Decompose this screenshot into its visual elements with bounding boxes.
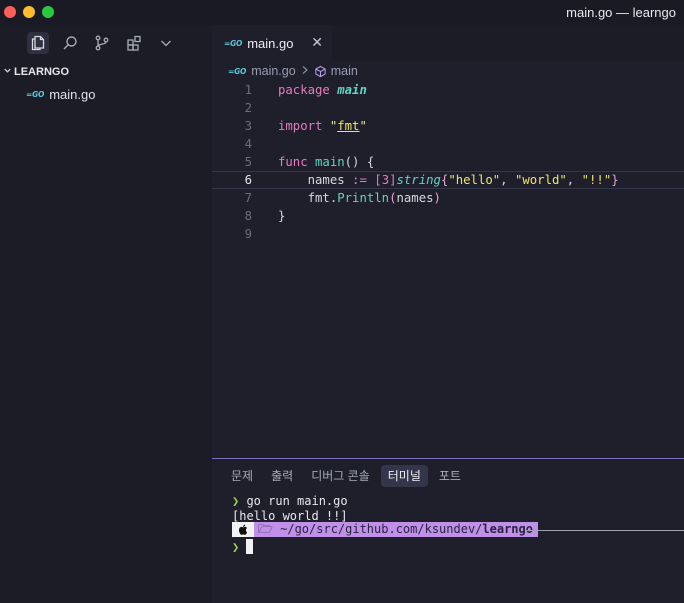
line-number: 1 [244,83,252,97]
variable: names [307,173,345,187]
type: string [396,173,441,187]
breadcrumb-symbol[interactable]: main [331,64,358,78]
comma: , [566,173,582,187]
line-number: 9 [244,227,252,241]
function-call: Println [337,191,390,205]
quote: " [359,119,367,133]
folder-header[interactable]: LEARNGO [0,63,212,81]
editor-tab-bar: =GO main.go ✕ [212,25,684,61]
argument: names [396,191,434,205]
punctuation: () { [344,155,375,169]
folder-name: LEARNGO [14,66,69,78]
line-number: 8 [244,209,252,223]
panel-tabs: 문제 출력 디버그 콘솔 터미널 포트 [224,465,468,487]
line-number: 7 [244,191,252,205]
keyword: package [278,83,330,97]
bracket: [ [374,173,382,187]
tab-output[interactable]: 출력 [264,465,300,487]
file-name: main.go [49,86,96,102]
apple-icon [232,522,254,537]
code-line: 1 package main [212,81,684,99]
terminal[interactable]: ❯ go run main.go [hello world !!] [232,494,348,523]
keyword: import [278,119,323,133]
string: "!!" [581,173,612,187]
tab-terminal[interactable]: 터미널 [380,465,428,487]
code-line: 9 [212,225,684,243]
search-icon[interactable] [59,32,81,54]
symbol-method-icon [314,65,327,78]
source-control-icon[interactable] [91,32,113,54]
explorer-icon[interactable] [27,32,49,54]
zoom-window-button[interactable] [42,6,54,18]
line-number: 6 [244,173,252,187]
code-line-current: 6 names := [3]string{"hello", "world", "… [212,171,684,189]
brace: } [611,173,619,187]
close-window-button[interactable] [4,6,16,18]
code-line: 2 [212,99,684,117]
bracket: ] [389,173,397,187]
line-number: 3 [244,119,252,133]
go-file-icon: =GO [26,89,45,99]
package-ref: fmt [307,191,330,205]
powerline-prompt: 🗁 ~/go/src/github.com/ksundev/learngo [232,522,538,537]
activity-bar [0,25,212,61]
window-title: main.go — learngo [566,5,676,20]
string: "hello" [448,173,501,187]
line-number: 2 [244,101,252,115]
prompt-symbol: ❯ [232,540,240,554]
function-name: main [315,155,345,169]
terminal-cursor [246,539,253,554]
paren: ) [433,191,441,205]
tab-main-go[interactable]: =GO main.go ✕ [212,25,332,61]
brace: } [278,209,286,223]
path-current-dir: learngo [482,522,533,536]
extensions-icon[interactable] [123,32,145,54]
line-number: 4 [244,137,252,151]
code-line: 7 fmt.Println(names) [212,189,684,207]
code-line: 4 [212,135,684,153]
title-bar: main.go — learngo [0,0,684,25]
path-prefix: ~/go/src/github.com/ksundev/ [272,522,483,536]
explorer-sidebar: LEARNGO =GO main.go [0,61,212,603]
operator: := [344,173,375,187]
number: 3 [381,173,390,187]
tab-problems[interactable]: 문제 [224,465,260,487]
tab-ports[interactable]: 포트 [432,465,468,487]
prompt-divider-line [526,530,684,531]
code-editor[interactable]: 1 package main 2 3 import "fmt" 4 5 func… [212,81,684,458]
code-line: 8 } [212,207,684,225]
terminal-output-line: [hello world !!] [232,508,348,523]
minimize-window-button[interactable] [23,6,35,18]
file-item-main-go[interactable]: =GO main.go [26,84,95,104]
chevron-down-icon[interactable] [155,32,177,54]
code-line: 3 import "fmt" [212,117,684,135]
folder-icon: 🗁 [258,522,273,536]
path-segment: 🗁 ~/go/src/github.com/ksundev/learngo [254,522,538,537]
tab-debug-console[interactable]: 디버그 콘솔 [304,465,377,487]
go-file-icon: =GO [224,38,243,48]
code-line: 5 func main() { [212,153,684,171]
close-tab-icon[interactable]: ✕ [311,34,323,51]
string: "world" [514,173,567,187]
breadcrumb: =GO main.go main [212,61,684,81]
chevron-down-icon [0,66,14,78]
tab-label: main.go [247,35,294,51]
line-number: 5 [244,155,252,169]
breadcrumb-file[interactable]: main.go [251,64,295,78]
package-name: main [337,83,367,97]
comma: , [500,173,515,187]
import-path: fmt [337,119,360,133]
go-file-icon: =GO [228,66,247,76]
command-text: go run main.go [239,494,348,508]
terminal-command-line: ❯ go run main.go [232,494,348,509]
bottom-panel: 문제 출력 디버그 콘솔 터미널 포트 ❯ go run main.go [he… [212,458,684,603]
chevron-right-icon [301,65,309,78]
keyword: func [278,155,308,169]
